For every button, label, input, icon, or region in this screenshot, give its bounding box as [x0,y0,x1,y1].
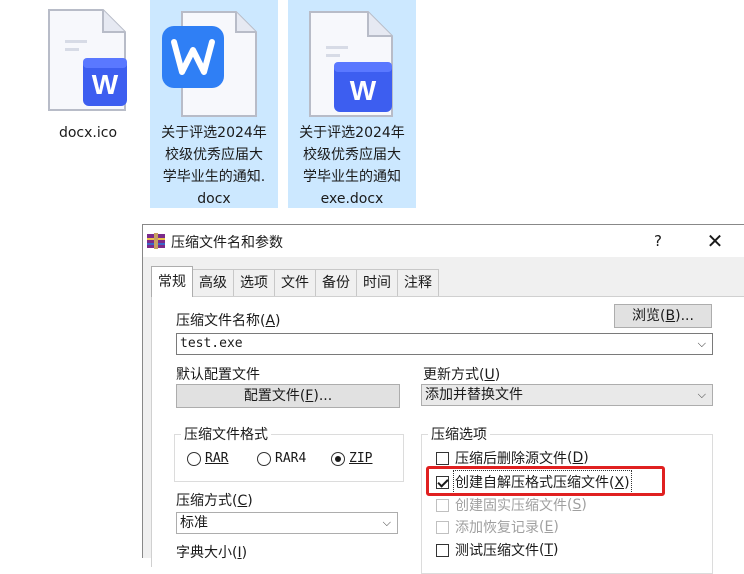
highlight-annotation [426,466,665,496]
dict-size-label: 字典大小(I) [176,545,248,561]
file-thumbnail [150,0,278,120]
chevron-down-icon: ⌵ [697,388,706,401]
tab-files[interactable]: 文件 [274,269,316,296]
file-thumbnail: W [27,0,149,120]
default-profile-label: 默认配置文件 [176,367,260,383]
svg-text:W: W [92,69,119,100]
radio-indicator [257,451,271,466]
winrar-icon [147,233,165,249]
format-rar-radio[interactable]: RAR [187,451,228,466]
format-rar4-radio[interactable]: RAR4 [257,451,306,466]
delete-source-checkbox[interactable]: 压缩后删除源文件(D) [436,448,589,468]
tab-advanced[interactable]: 高级 [192,269,234,296]
word-doc-icon: W [48,9,127,111]
word-doc-icon: W [309,11,393,117]
tab-time[interactable]: 时间 [356,269,398,296]
solid-archive-checkbox[interactable]: 创建固实压缩文件(S) [436,495,587,515]
dialog-titlebar[interactable]: 压缩文件名和参数 ? ✕ [143,225,744,257]
tab-bar: 常规 高级 选项 文件 备份 时间 注释 [151,266,439,297]
test-archive-checkbox[interactable]: 测试压缩文件(T) [436,540,559,560]
checkbox-indicator [436,543,449,557]
chevron-down-icon: ⌵ [382,516,391,529]
help-button[interactable]: ? [643,229,673,253]
file-name: 关于评选2024年 校级优秀应届大 学毕业生的通知 exe.docx [299,125,405,207]
recovery-record-checkbox[interactable]: 添加恢复记录(E) [436,517,559,537]
file-name: 关于评选2024年 校级优秀应届大 学毕业生的通知. docx [161,125,267,207]
close-button[interactable]: ✕ [695,227,735,255]
update-mode-select[interactable]: 添加并替换文件 ⌵ [421,384,713,406]
archive-format-title: 压缩文件格式 [181,424,271,444]
tab-backup[interactable]: 备份 [315,269,357,296]
file-notice-docx[interactable]: 关于评选2024年 校级优秀应届大 学毕业生的通知. docx [150,0,278,208]
chevron-down-icon[interactable]: ⌵ [698,334,706,354]
profile-button[interactable]: 配置文件(F)... [176,384,400,408]
method-select[interactable]: 标准 ⌵ [176,512,398,534]
svg-text:W: W [350,75,377,106]
checkbox-indicator [436,451,449,465]
radio-indicator [187,451,201,466]
browse-button[interactable]: 浏览(B)... [614,304,712,328]
checkbox-indicator [436,520,449,534]
wps-writer-icon [162,11,257,117]
format-zip-radio[interactable]: ZIP [331,451,372,466]
file-thumbnail: W [288,0,416,120]
dialog-title: 压缩文件名和参数 [171,235,283,251]
method-label: 压缩方式(C) [176,493,253,509]
tab-general[interactable]: 常规 [151,266,193,297]
tab-options[interactable]: 选项 [233,269,275,296]
options-group-title: 压缩选项 [428,424,490,444]
checkbox-indicator [436,498,449,512]
update-mode-label: 更新方式(U) [423,367,501,383]
file-notice-exe-docx[interactable]: W 关于评选2024年 校级优秀应届大 学毕业生的通知 exe.docx [288,0,416,208]
file-name: docx.ico [58,125,118,141]
archive-name-input[interactable]: test.exe ⌵ [176,333,713,355]
archive-name-label: 压缩文件名称(A) [176,313,281,329]
file-docx-ico[interactable]: W docx.ico [27,0,149,148]
tab-comment[interactable]: 注释 [397,269,439,296]
radio-indicator [331,451,345,466]
